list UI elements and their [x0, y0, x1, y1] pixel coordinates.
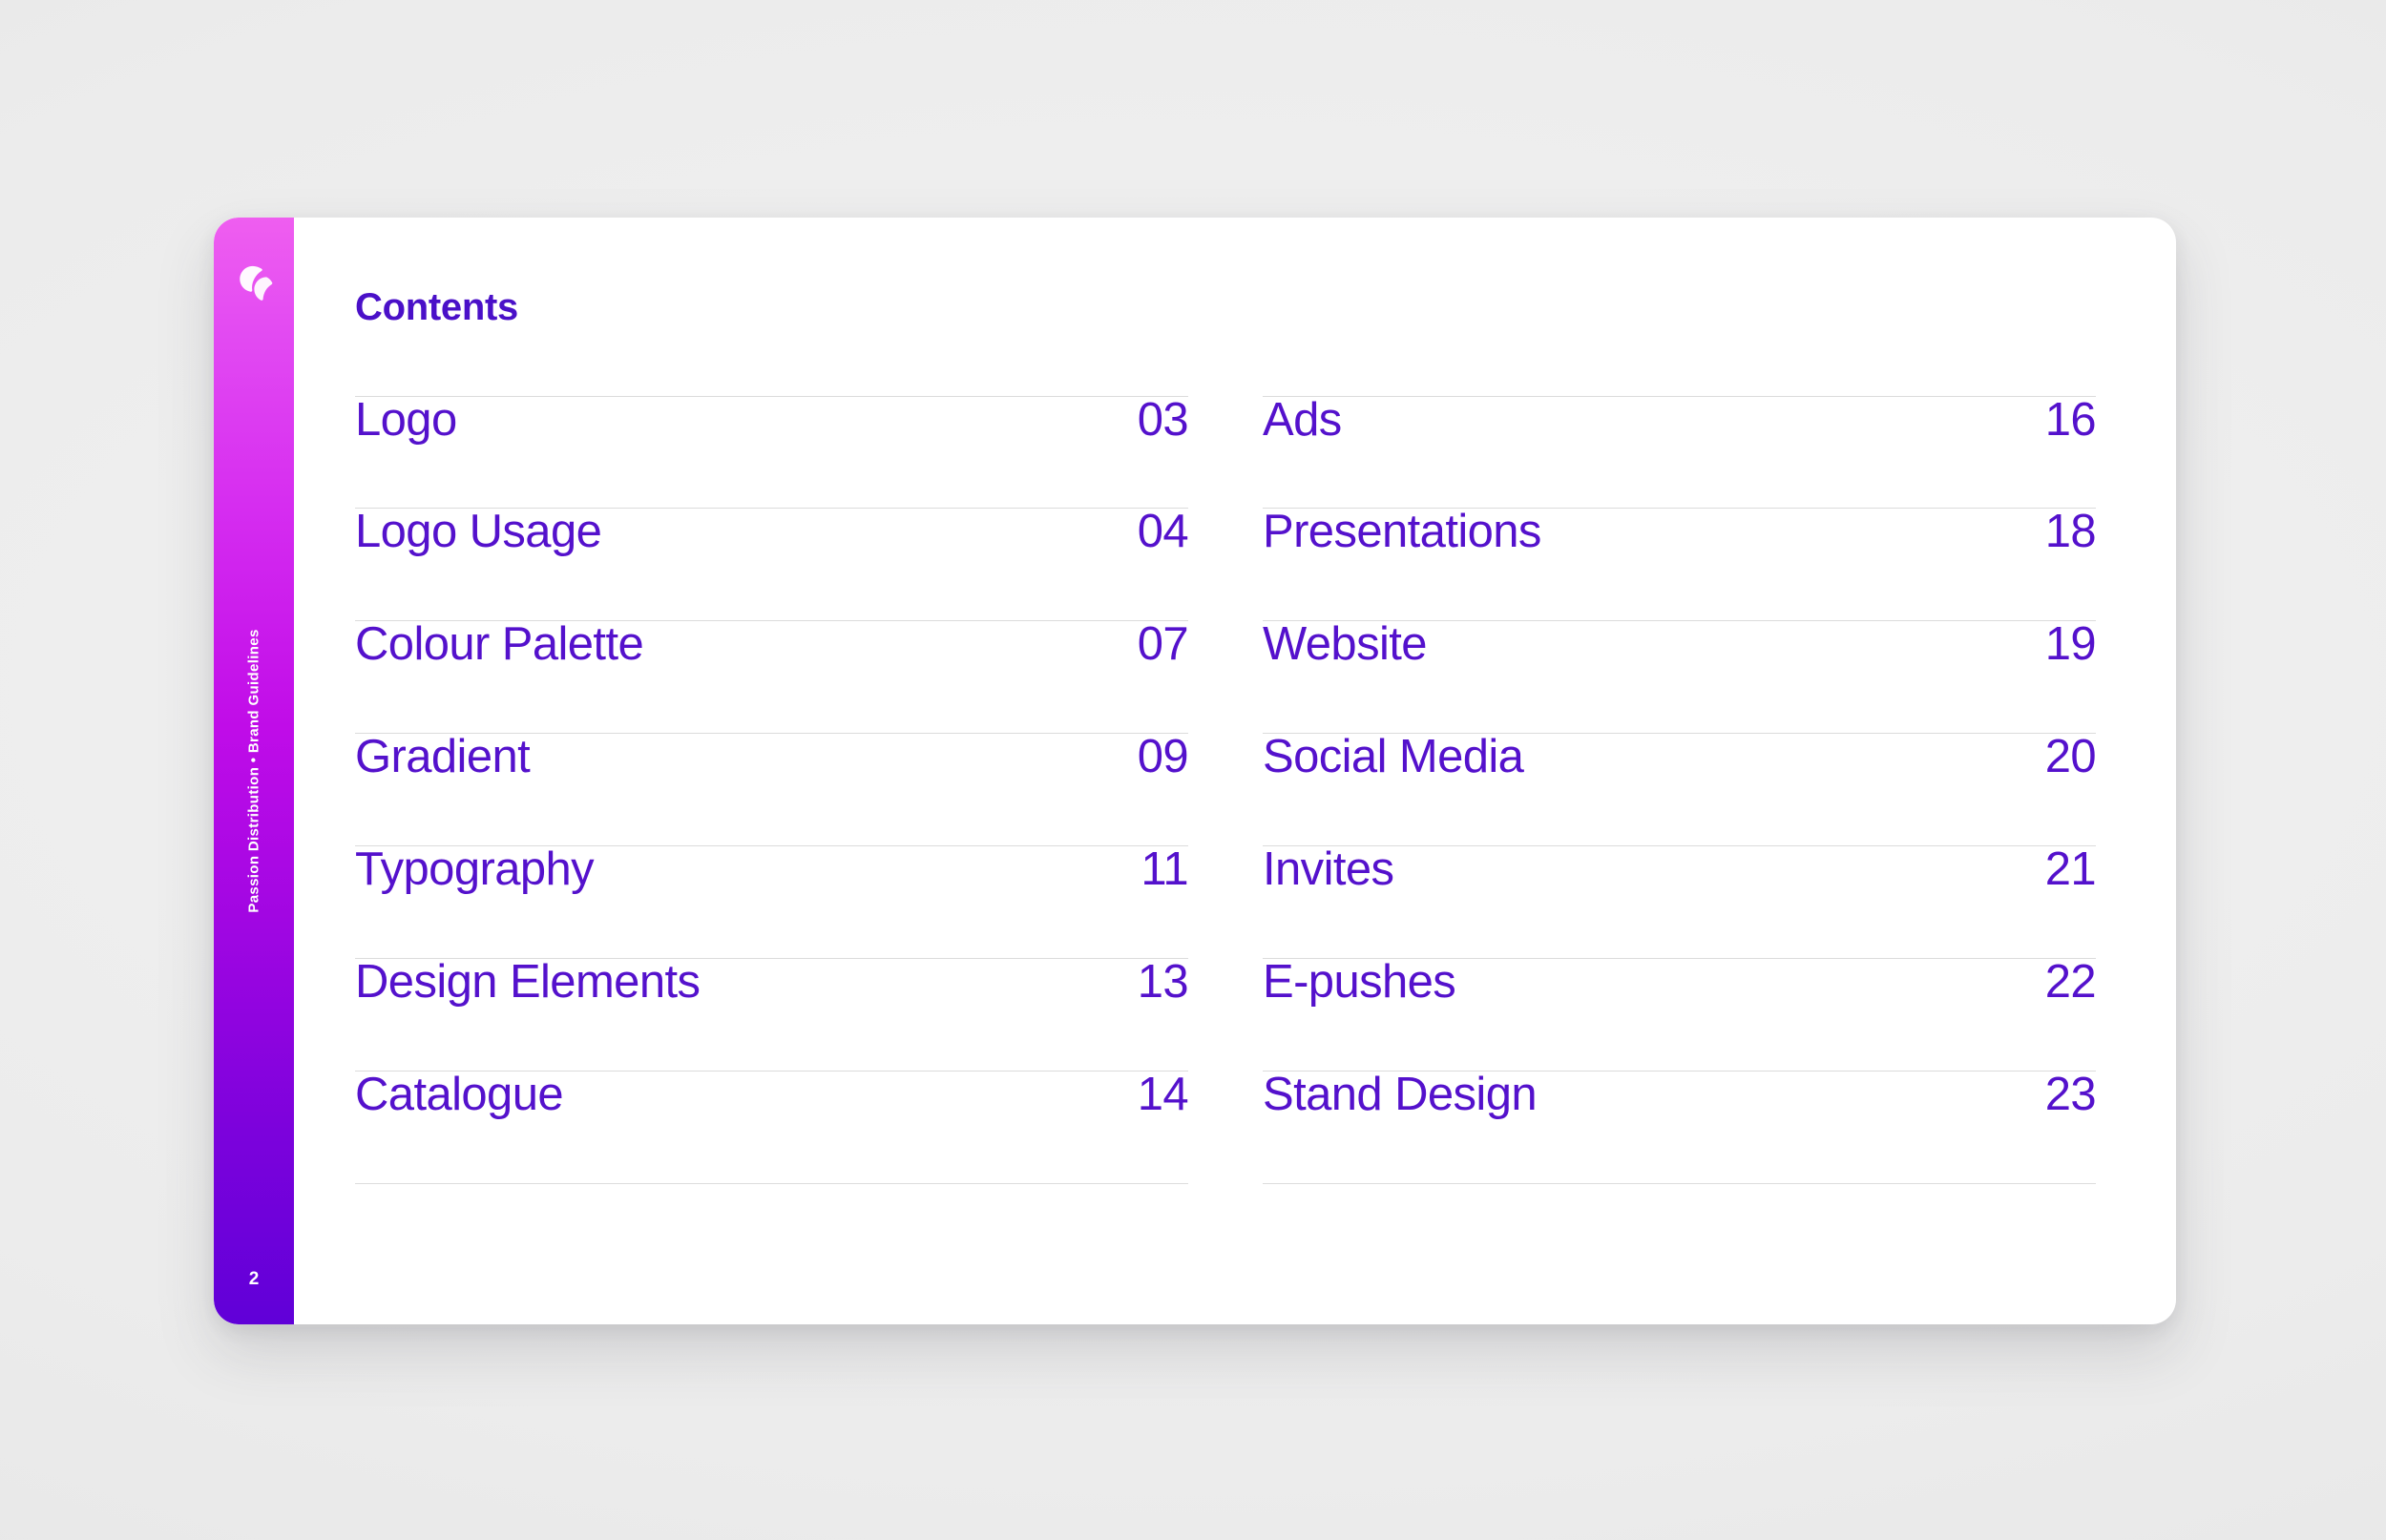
toc-entry-page: 23: [2044, 1069, 2097, 1120]
toc-entry[interactable]: Logo Usage 04: [355, 506, 1189, 621]
toc-entry-page: 19: [2044, 618, 2097, 670]
toc-entry-page: 21: [2044, 843, 2097, 895]
toc-entry[interactable]: Ads 16: [1263, 394, 2097, 509]
slide-canvas: Passion Distribution • Brand Guidelines …: [0, 0, 2386, 1540]
toc-entry[interactable]: Colour Palette 07: [355, 618, 1189, 734]
contents-left-column: Logo 03 Logo Usage 04 Colour Palette 07 Gradie…: [355, 394, 1189, 1184]
page-number: 2: [248, 1269, 260, 1289]
toc-entry-page: 11: [1141, 843, 1188, 895]
sidebar-rail: Passion Distribution • Brand Guidelines …: [214, 218, 294, 1324]
toc-entry-page: 14: [1137, 1069, 1189, 1120]
toc-entry-title: E-pushes: [1263, 956, 1456, 1008]
passion-distribution-logo-icon: [240, 265, 273, 301]
toc-entry-title: Gradient: [355, 731, 531, 782]
toc-entry-title: Stand Design: [1263, 1069, 1538, 1120]
toc-entry-page: 16: [2044, 394, 2097, 446]
toc-entry[interactable]: Invites 21: [1263, 843, 2097, 959]
toc-entry-title: Catalogue: [355, 1069, 564, 1120]
toc-entry-title: Typography: [355, 843, 595, 895]
toc-entry-title: Design Elements: [355, 956, 701, 1008]
toc-entry[interactable]: Social Media 20: [1263, 731, 2097, 846]
toc-entry-page: 13: [1137, 956, 1189, 1008]
toc-entry[interactable]: Design Elements 13: [355, 956, 1189, 1072]
toc-entry[interactable]: Presentations 18: [1263, 506, 2097, 621]
toc-entry-page: 04: [1137, 506, 1189, 557]
toc-entry-title: Social Media: [1263, 731, 1524, 782]
sidebar-vertical-label: Passion Distribution • Brand Guidelines: [245, 629, 262, 913]
toc-entry-title: Ads: [1263, 394, 1342, 446]
toc-entry-page: 22: [2044, 956, 2097, 1008]
presentation-slide: Passion Distribution • Brand Guidelines …: [214, 218, 2176, 1324]
contents-columns: Logo 03 Logo Usage 04 Colour Palette 07 Gradie…: [355, 394, 2097, 1184]
toc-entry[interactable]: Catalogue 14: [355, 1069, 1189, 1184]
toc-entry-title: Colour Palette: [355, 618, 644, 670]
toc-entry-page: 20: [2044, 731, 2097, 782]
toc-entry-page: 03: [1137, 394, 1189, 446]
toc-entry[interactable]: Stand Design 23: [1263, 1069, 2097, 1184]
toc-entry[interactable]: Logo 03: [355, 394, 1189, 509]
toc-entry-page: 07: [1137, 618, 1189, 670]
toc-entry-page: 18: [2044, 506, 2097, 557]
toc-entry[interactable]: Website 19: [1263, 618, 2097, 734]
toc-entry[interactable]: Gradient 09: [355, 731, 1189, 846]
toc-entry-title: Invites: [1263, 843, 1394, 895]
toc-entry-page: 09: [1137, 731, 1189, 782]
toc-entry-title: Presentations: [1263, 506, 1541, 557]
toc-entry-title: Website: [1263, 618, 1428, 670]
toc-entry-title: Logo Usage: [355, 506, 602, 557]
page-title: Contents: [355, 286, 518, 328]
toc-entry-title: Logo: [355, 394, 457, 446]
contents-right-column: Ads 16 Presentations 18 Website 19 Social Medi…: [1263, 394, 2097, 1184]
slide-body: Contents Logo 03 Logo Usage 04 Colour Palett…: [294, 218, 2176, 1324]
toc-entry[interactable]: Typography 11: [355, 843, 1189, 959]
toc-entry[interactable]: E-pushes 22: [1263, 956, 2097, 1072]
